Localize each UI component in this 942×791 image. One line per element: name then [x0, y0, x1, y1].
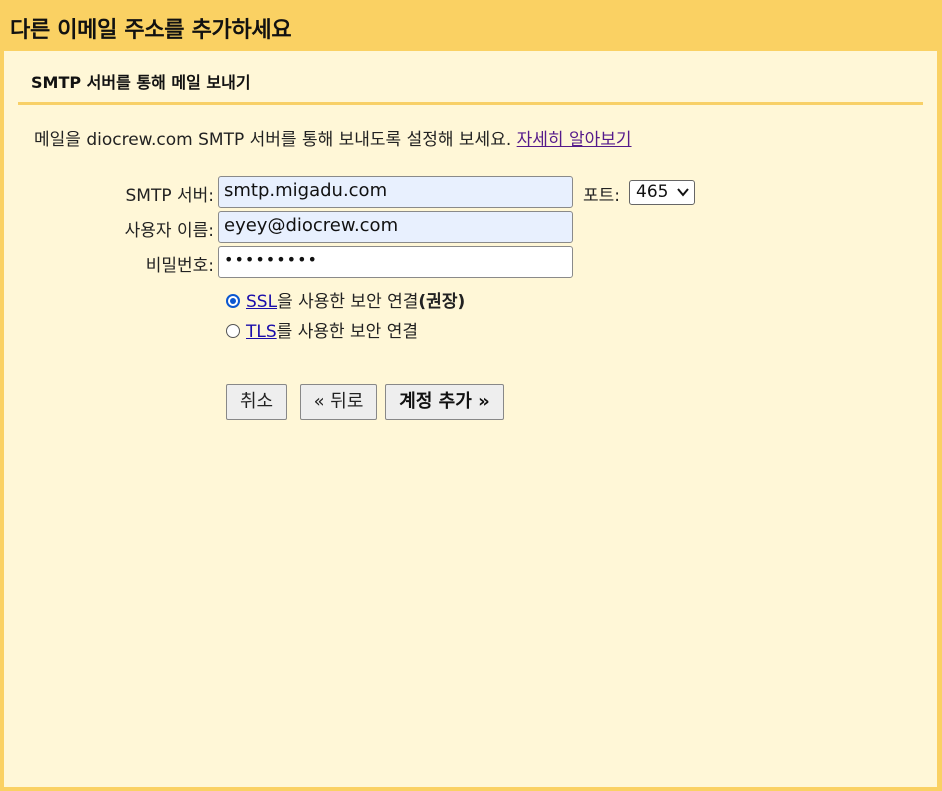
learn-more-link[interactable]: 자세히 알아보기	[517, 130, 632, 150]
username-label: 사용자 이름:	[124, 221, 214, 241]
intro-text: 메일을 diocrew.com SMTP 서버를 통해 보내도록 설정해 보세요…	[34, 125, 632, 150]
port-label: 포트:	[583, 186, 621, 206]
ssl-link[interactable]: SSL	[246, 292, 277, 312]
chevron-down-icon	[677, 188, 689, 197]
ssl-radio[interactable]	[226, 294, 240, 308]
add-account-button[interactable]: 계정 추가 »	[385, 384, 504, 420]
ssl-option[interactable]: SSL을 사용한 보안 연결(권장)	[226, 287, 465, 312]
smtp-server-input[interactable]: smtp.migadu.com	[218, 176, 573, 208]
username-input[interactable]: eyey@diocrew.com	[218, 211, 573, 243]
dialog-title: 다른 이메일 주소를 추가하세요	[10, 18, 292, 43]
intro-description: 메일을 diocrew.com SMTP 서버를 통해 보내도록 설정해 보세요…	[34, 130, 517, 150]
section-header: SMTP 서버를 통해 메일 보내기	[18, 51, 923, 105]
password-label: 비밀번호:	[145, 256, 214, 276]
dialog-panel: SMTP 서버를 통해 메일 보내기 메일을 diocrew.com SMTP …	[4, 51, 937, 787]
ssl-recommended: (권장)	[418, 292, 466, 312]
tls-radio[interactable]	[226, 324, 240, 338]
section-title: SMTP 서버를 통해 메일 보내기	[31, 73, 251, 92]
cancel-button[interactable]: 취소	[226, 384, 287, 420]
tls-label: 를 사용한 보안 연결	[276, 322, 418, 342]
dialog-title-bar: 다른 이메일 주소를 추가하세요	[0, 0, 942, 51]
smtp-server-label: SMTP 서버:	[125, 186, 214, 206]
port-value: 465	[636, 182, 669, 202]
tls-link[interactable]: TLS	[246, 322, 277, 342]
back-button[interactable]: « 뒤로	[300, 384, 377, 420]
tls-option[interactable]: TLS를 사용한 보안 연결	[226, 317, 418, 342]
port-select[interactable]: 465	[629, 180, 695, 205]
ssl-label: 을 사용한 보안 연결	[277, 292, 419, 312]
password-input[interactable]: •••••••••	[218, 246, 573, 278]
